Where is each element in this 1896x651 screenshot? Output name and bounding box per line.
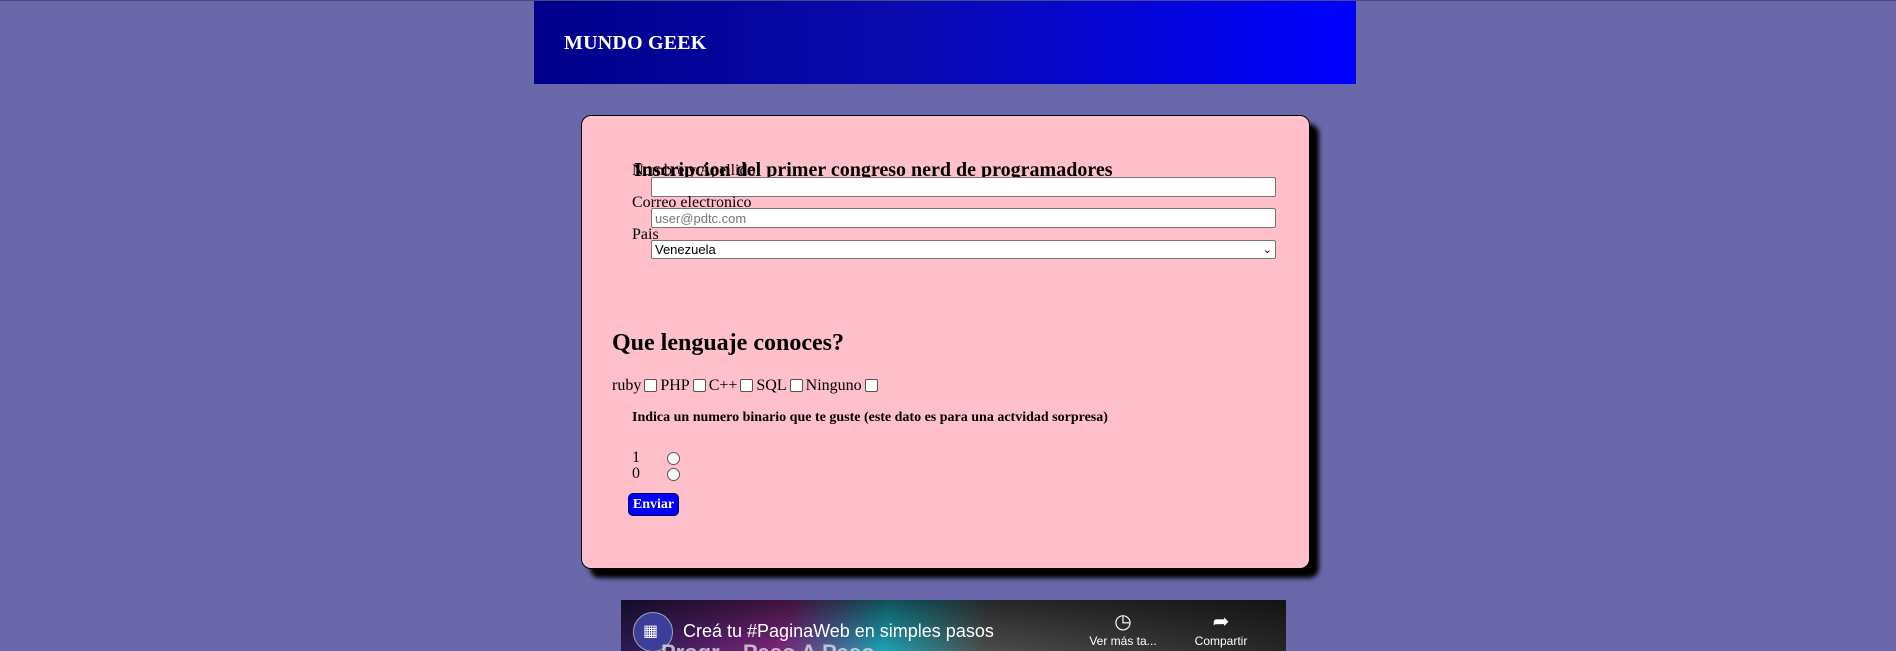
language-label-sql: SQL (756, 377, 787, 394)
share-arrow-icon: ➦ (1212, 611, 1230, 633)
language-label-ninguno: Ninguno (805, 377, 862, 394)
checkbox-php[interactable] (692, 378, 706, 392)
chevron-down-icon: ⌄ (1262, 244, 1272, 256)
site-brand: MUNDO GEEK (564, 32, 707, 54)
watch-later-button[interactable]: ◷ Ver más ta... (1083, 610, 1163, 648)
registration-form: Inscripcion del primer congreso nerd de … (581, 115, 1310, 569)
binary-option-0-label: 0 (632, 465, 640, 482)
share-label: Compartir (1194, 634, 1248, 648)
languages-checkboxes: ruby PHP C++ SQL Ninguno (612, 377, 881, 395)
watch-later-label: Ver más ta... (1089, 634, 1157, 648)
country-select[interactable]: Venezuela ⌄ (651, 240, 1276, 259)
languages-heading: Que lenguaje conoces? (612, 330, 844, 356)
checkbox-ruby[interactable] (644, 378, 658, 392)
checkbox-cpp[interactable] (740, 378, 754, 392)
radio-binary-1[interactable] (667, 452, 680, 465)
laptop-icon: ▦ (643, 621, 659, 640)
country-selected-value: Venezuela (655, 242, 716, 257)
checkbox-ninguno[interactable] (864, 378, 878, 392)
site-header: MUNDO GEEK (534, 1, 1356, 84)
submit-button[interactable]: Enviar (628, 493, 679, 516)
email-field[interactable] (651, 208, 1276, 228)
checkbox-sql[interactable] (789, 378, 803, 392)
language-label-php: PHP (660, 377, 690, 394)
language-label-cpp: C++ (708, 377, 738, 394)
video-thumbnail-text: Progr... Paso A Paso (661, 640, 875, 651)
clock-icon: ◷ (1114, 611, 1132, 633)
embedded-video[interactable]: ▦ Creá tu #PaginaWeb en simples pasos Pr… (621, 600, 1286, 651)
video-title[interactable]: Creá tu #PaginaWeb en simples pasos (683, 621, 994, 642)
share-button[interactable]: ➦ Compartir (1181, 610, 1261, 648)
binary-question: Indica un numero binario que te guste (e… (632, 410, 1108, 425)
language-label-ruby: ruby (612, 377, 642, 394)
radio-binary-0[interactable] (667, 468, 680, 481)
